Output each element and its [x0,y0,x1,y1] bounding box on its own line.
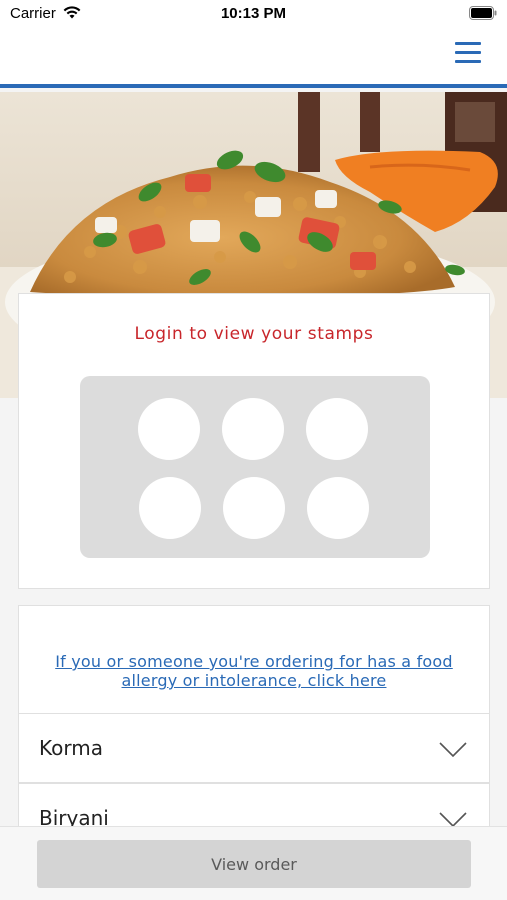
allergy-link-line1[interactable]: If you or someone you're ordering for ha… [19,652,489,671]
stamp-slot [223,477,285,539]
stamp-slot [222,398,284,460]
menu-category-korma[interactable]: Korma [18,713,490,783]
battery-icon [469,6,497,20]
category-label: Korma [39,736,103,760]
stamp-card: Login to view your stamps [18,293,490,589]
app-header [0,30,507,88]
hamburger-menu-icon[interactable] [455,40,483,66]
login-to-view-stamps-link[interactable]: Login to view your stamps [19,324,489,344]
status-bar: Carrier 10:13 PM [0,0,507,30]
allergy-link-line2[interactable]: allergy or intolerance, click here [19,671,489,690]
bottom-bar: View order [0,826,507,900]
stamp-slot [138,398,200,460]
stamp-slot [307,477,369,539]
allergy-info-card: If you or someone you're ordering for ha… [18,605,490,713]
stamp-grid [80,376,430,558]
stamp-slot [139,477,201,539]
view-order-button[interactable]: View order [37,840,471,888]
stamp-slot [306,398,368,460]
allergy-info-link[interactable]: If you or someone you're ordering for ha… [19,652,489,690]
chevron-down-icon [439,742,467,758]
clock-time: 10:13 PM [220,5,287,22]
